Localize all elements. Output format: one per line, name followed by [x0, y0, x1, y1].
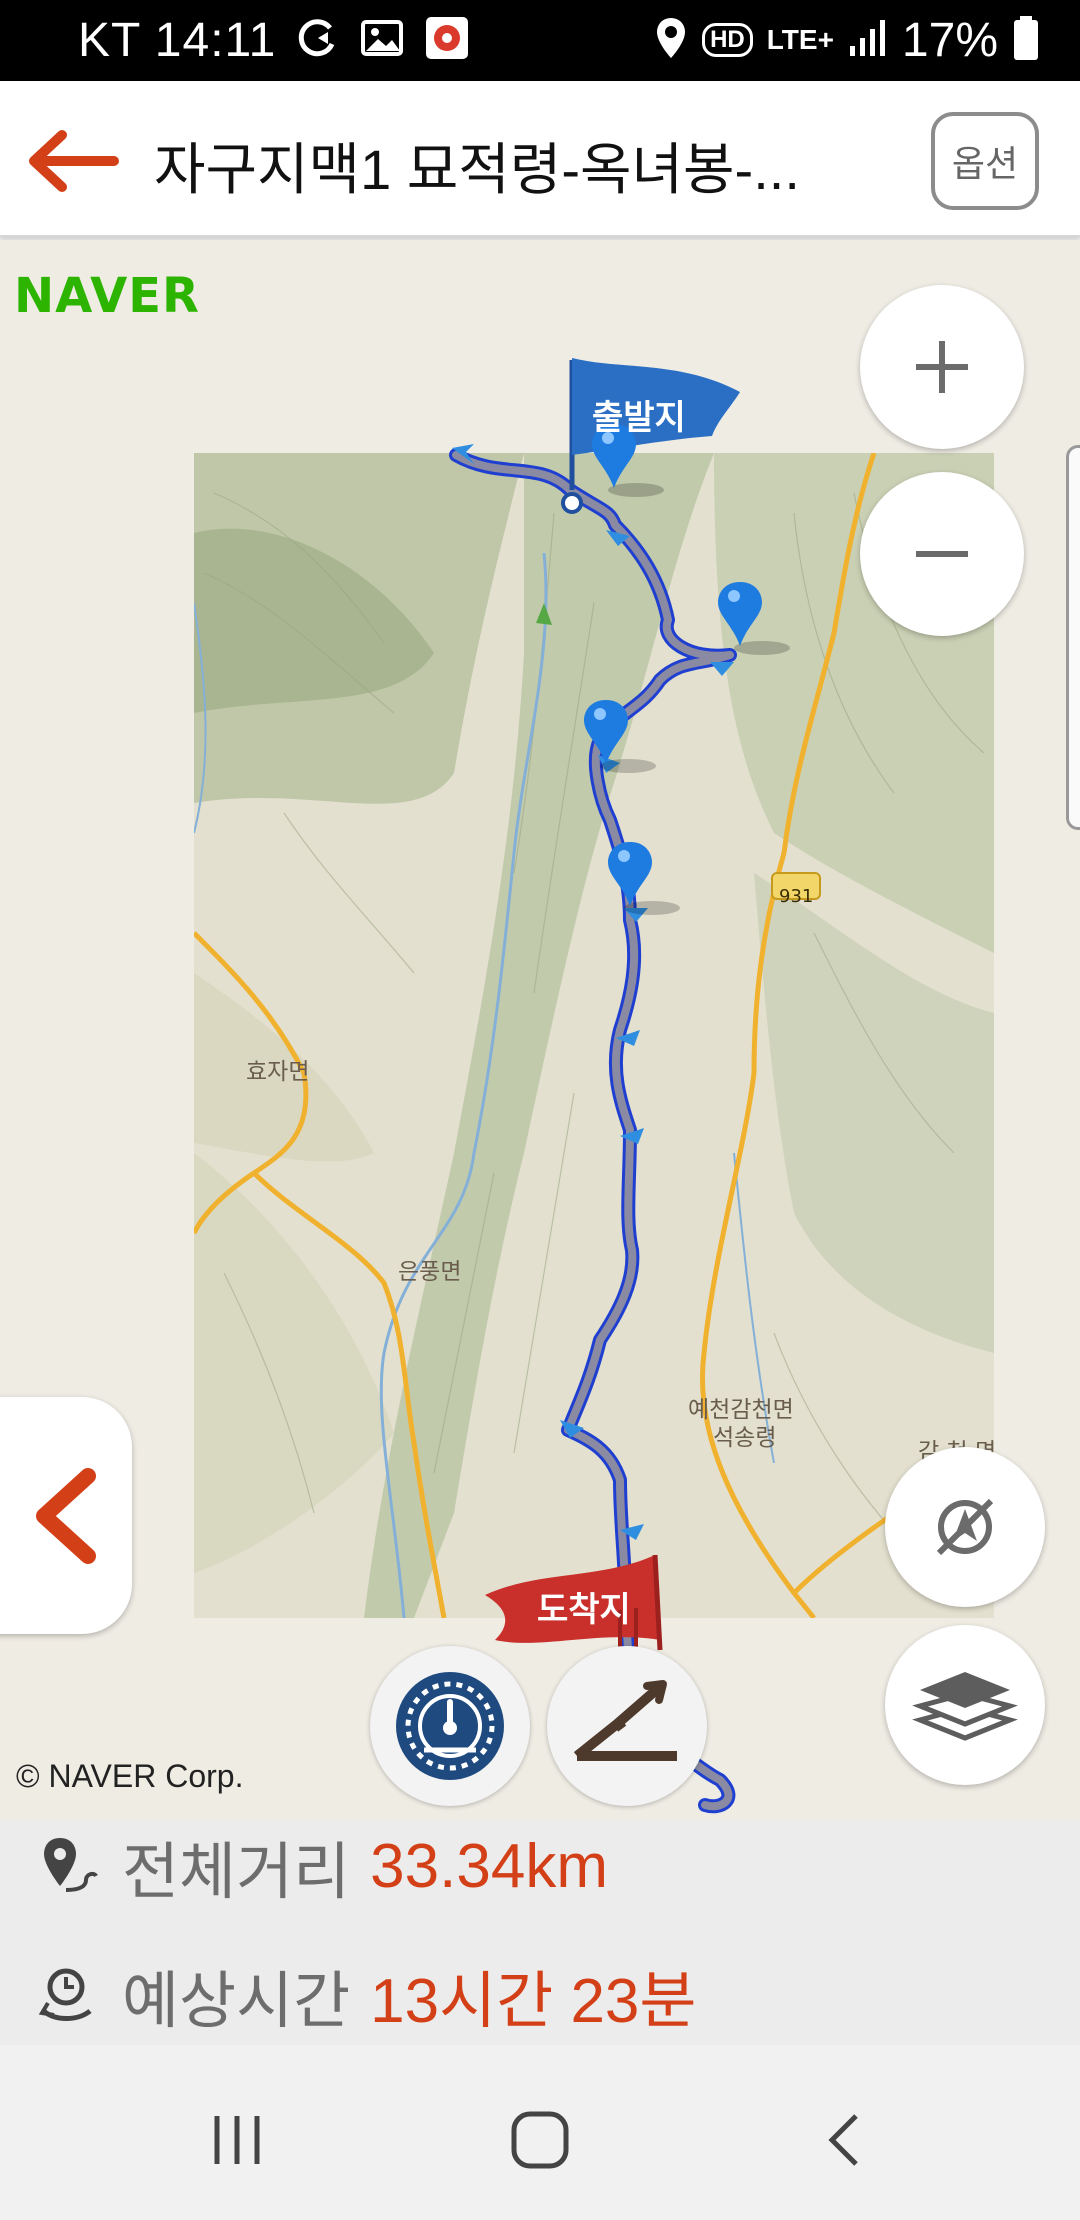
- sync-icon: [296, 16, 340, 65]
- status-left: KT 14:11: [78, 10, 470, 70]
- plus-icon: [916, 341, 968, 393]
- back-chevron-icon: [828, 2114, 858, 2166]
- recent-apps-icon: [214, 2116, 260, 2164]
- chevron-left-icon: [36, 1467, 96, 1564]
- compass-toggle-button[interactable]: [885, 1447, 1045, 1607]
- layers-icon: [912, 1672, 1018, 1741]
- route-distance-icon: [44, 1838, 98, 1892]
- distance-label: 전체거리: [122, 1838, 351, 1907]
- back-button[interactable]: [22, 121, 132, 201]
- zoom-out-button[interactable]: [860, 472, 1024, 636]
- gallery-icon: [360, 18, 404, 63]
- app-notification-icon: [424, 15, 470, 66]
- location-icon: [654, 16, 688, 65]
- home-button[interactable]: [495, 2095, 585, 2185]
- battery-icon: [1012, 15, 1040, 66]
- estimated-time-icon: [38, 1968, 92, 2021]
- map-copyright: © NAVER Corp.: [16, 1758, 244, 1794]
- recent-apps-button[interactable]: [192, 2095, 282, 2185]
- status-right: HD LTE+ 17%: [654, 10, 1040, 70]
- end-flag-label: 도착지: [537, 1591, 631, 1629]
- zoom-in-button[interactable]: [860, 285, 1024, 449]
- compass-off-icon: [936, 1498, 994, 1556]
- system-back-button[interactable]: [800, 2095, 890, 2185]
- previous-button[interactable]: [0, 1397, 132, 1634]
- start-flag-label: 출발지: [592, 399, 686, 437]
- page-title: 자구지맥1 묘적령-옥녀봉-...: [154, 138, 800, 201]
- map-layers-button[interactable]: [885, 1625, 1045, 1785]
- minus-icon: [916, 551, 968, 557]
- app-bar: 자구지맥1 묘적령-옥녀봉-... 옵션: [0, 81, 1080, 237]
- battery-percent: 17%: [901, 13, 998, 67]
- distance-row: 전체거리 33.34km: [36, 1826, 608, 1907]
- time-row: 예상시간 13시간 23분: [36, 1955, 696, 2036]
- distance-value: 33.34km: [370, 1831, 608, 1901]
- elevation-button[interactable]: [547, 1646, 707, 1806]
- map-view[interactable]: NAVER 931 효자면 은풍면 예천감천면 석송령 출발지 도착지 © NA…: [0, 240, 1080, 1820]
- signal-icon: [848, 18, 888, 63]
- hd-label: HD: [702, 23, 753, 57]
- carrier-time: KT 14:11: [78, 13, 277, 67]
- network-label: LTE+: [766, 24, 834, 55]
- elevation-profile-icon: [573, 1680, 677, 1761]
- home-icon: [511, 2111, 569, 2169]
- side-drawer-handle[interactable]: [1066, 445, 1080, 830]
- speed-button[interactable]: [370, 1646, 530, 1806]
- time-label: 예상시간: [122, 1967, 351, 2036]
- status-bar: KT 14:11 HD LTE+ 17%: [0, 0, 1080, 81]
- system-navigation-bar: [0, 2045, 1080, 2220]
- options-button[interactable]: 옵션: [931, 112, 1039, 210]
- speedometer-icon: [396, 1672, 504, 1780]
- back-arrow-icon: [29, 130, 119, 192]
- time-value: 13시간 23분: [370, 1967, 697, 2036]
